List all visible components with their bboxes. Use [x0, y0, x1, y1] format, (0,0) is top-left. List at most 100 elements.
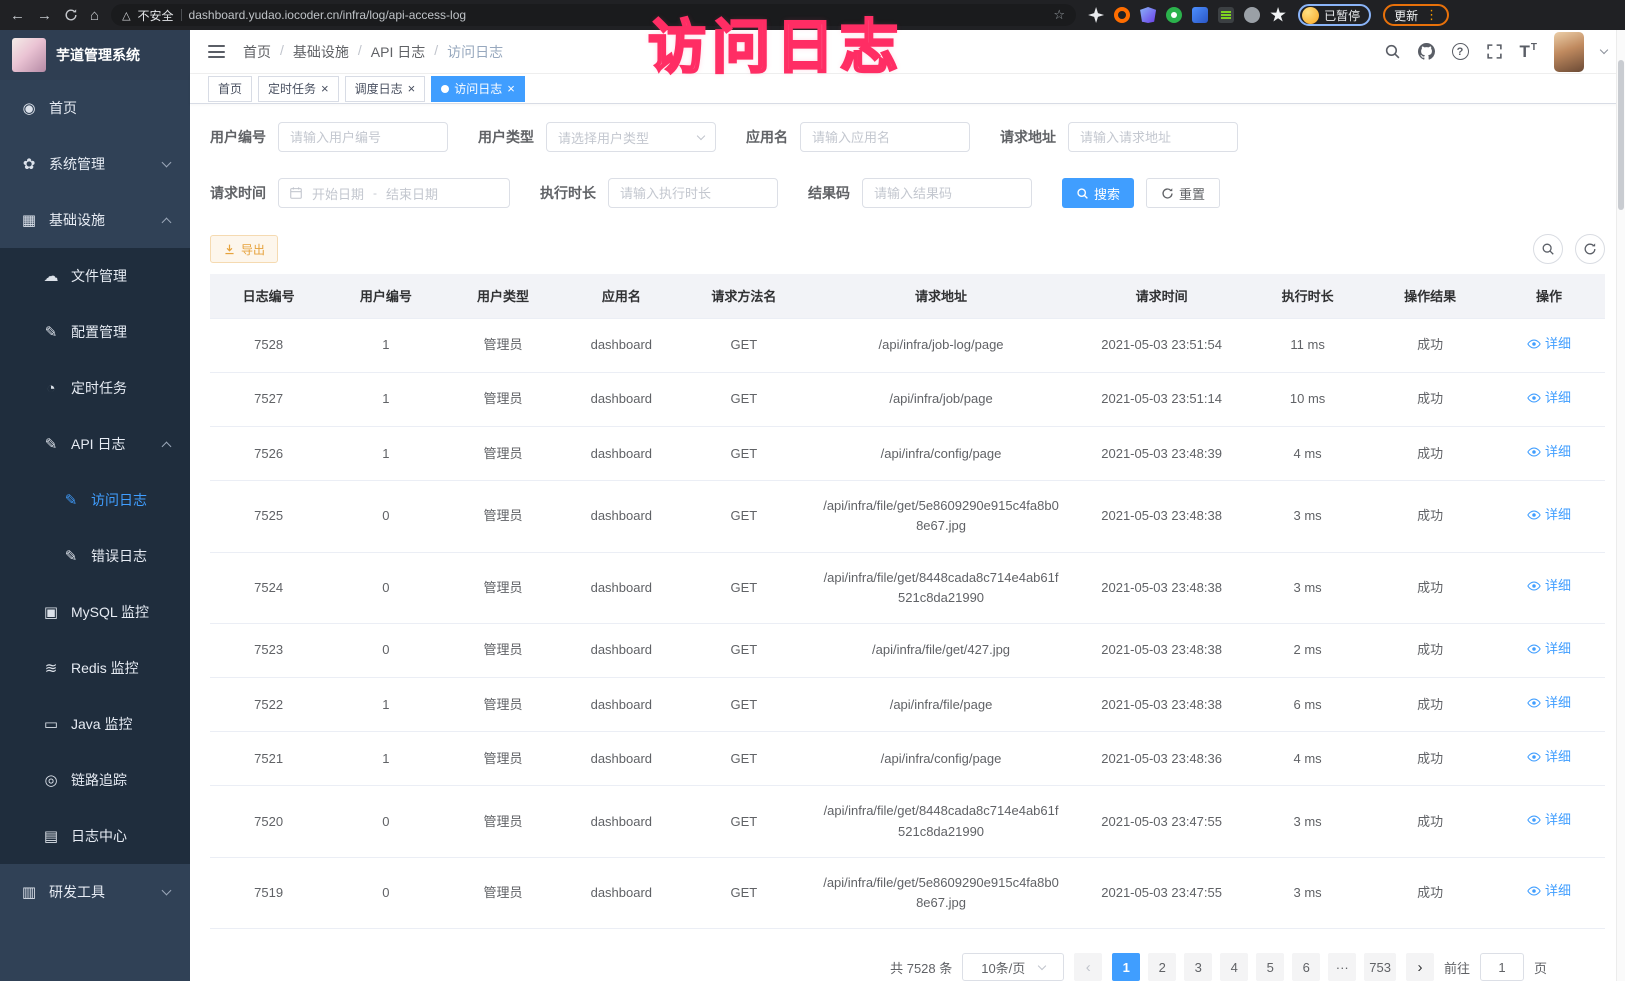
- page-size-select[interactable]: 10条/页: [962, 953, 1064, 981]
- sidebar-item[interactable]: ✎ API 日志: [0, 416, 190, 472]
- search-button[interactable]: 搜索: [1062, 178, 1134, 208]
- search-icon[interactable]: [1384, 43, 1401, 60]
- detail-link[interactable]: 详细: [1527, 576, 1571, 596]
- cell-request-time: 2021-05-03 23:48:38: [1075, 481, 1248, 552]
- sidebar-item[interactable]: ◎ 链路追踪: [0, 752, 190, 808]
- app-logo-row[interactable]: 芋道管理系统: [0, 30, 190, 80]
- page-number-button[interactable]: 3: [1184, 953, 1212, 981]
- user-avatar[interactable]: [1554, 32, 1584, 72]
- extension-green-icon[interactable]: [1166, 7, 1182, 23]
- detail-link[interactable]: 详细: [1527, 639, 1571, 659]
- bookmark-star-icon[interactable]: ☆: [1053, 7, 1065, 23]
- help-icon[interactable]: ?: [1452, 43, 1469, 60]
- user-id-input[interactable]: [278, 122, 448, 152]
- extension-ring-icon[interactable]: [1114, 7, 1130, 23]
- forward-button[interactable]: →: [37, 8, 52, 23]
- detail-link[interactable]: 详细: [1527, 388, 1571, 408]
- page-number-button[interactable]: 1: [1112, 953, 1140, 981]
- breadcrumb-item[interactable]: API 日志 /: [371, 42, 447, 62]
- config-manage-icon: ✎: [42, 323, 60, 341]
- user-type-select[interactable]: 请选择用户类型: [546, 122, 716, 152]
- app-name-input[interactable]: [800, 122, 970, 152]
- detail-link[interactable]: 详细: [1527, 747, 1571, 767]
- page-number-button[interactable]: 2: [1148, 953, 1176, 981]
- detail-link[interactable]: 详细: [1527, 881, 1571, 901]
- result-code-input[interactable]: [862, 178, 1032, 208]
- sidebar-item[interactable]: ▭ Java 监控: [0, 696, 190, 752]
- close-icon[interactable]: ×: [408, 82, 416, 95]
- next-page-button[interactable]: ›: [1406, 953, 1434, 981]
- eye-icon: [1527, 884, 1541, 898]
- profile-paused-badge[interactable]: 已暂停: [1298, 4, 1371, 26]
- sidebar-item[interactable]: ▣ MySQL 监控: [0, 584, 190, 640]
- cell-request-time: 2021-05-03 23:48:38: [1075, 623, 1248, 677]
- detail-link[interactable]: 详细: [1527, 505, 1571, 525]
- sidebar-item[interactable]: ✎ 访问日志: [0, 472, 190, 528]
- close-icon[interactable]: ×: [507, 82, 515, 95]
- sidebar-item[interactable]: ✎ 错误日志: [0, 528, 190, 584]
- address-bar[interactable]: △ 不安全 dashboard.yudao.iocoder.cn/infra/l…: [111, 4, 1076, 26]
- sidebar-item[interactable]: ✿ 系统管理: [0, 136, 190, 192]
- reset-button[interactable]: 重置: [1146, 178, 1220, 208]
- detail-link[interactable]: 详细: [1527, 334, 1571, 354]
- sidebar-item[interactable]: ◔ 定时任务: [0, 360, 190, 416]
- scrollbar-thumb[interactable]: [1618, 60, 1624, 210]
- sidebar-item[interactable]: ▦ 基础设施: [0, 192, 190, 248]
- sidebar-item[interactable]: ≋ Redis 监控: [0, 640, 190, 696]
- extension-paw-icon[interactable]: [1270, 7, 1286, 23]
- request-time-range-picker[interactable]: 开始日期 - 结束日期: [278, 178, 510, 208]
- tag-view-item[interactable]: 调度日志 ×: [345, 76, 426, 102]
- extension-blue-icon[interactable]: [1192, 7, 1208, 23]
- back-button[interactable]: ←: [10, 8, 25, 23]
- sidebar: 芋道管理系统 ◉ 首页 ✿ 系统管理 ▦ 基础设施: [0, 30, 190, 981]
- goto-page-input[interactable]: [1480, 953, 1524, 981]
- request-url-input[interactable]: [1068, 122, 1238, 152]
- detail-link[interactable]: 详细: [1527, 442, 1571, 462]
- breadcrumb-item[interactable]: 首页 /: [243, 42, 293, 62]
- duration-input[interactable]: [608, 178, 778, 208]
- sidebar-item[interactable]: ▤ 日志中心: [0, 808, 190, 864]
- detail-link[interactable]: 详细: [1527, 810, 1571, 830]
- extension-shield-icon[interactable]: [1140, 7, 1156, 23]
- breadcrumb-item[interactable]: 基础设施 /: [293, 42, 371, 62]
- vertical-scrollbar[interactable]: [1616, 30, 1625, 981]
- tag-view-item[interactable]: 访问日志 ×: [431, 76, 525, 102]
- prev-page-button[interactable]: ‹: [1074, 953, 1102, 981]
- browser-update-button[interactable]: 更新 ⋮: [1383, 4, 1449, 26]
- trace-icon: ◎: [42, 771, 60, 789]
- breadcrumb-item[interactable]: 访问日志 /: [447, 42, 503, 62]
- sidebar-item[interactable]: ◉ 首页: [0, 80, 190, 136]
- page-number-button[interactable]: 5: [1256, 953, 1284, 981]
- page-number-button[interactable]: 753: [1364, 953, 1396, 981]
- cell-request-time: 2021-05-03 23:48:38: [1075, 678, 1248, 732]
- sidebar-item[interactable]: ☁ 文件管理: [0, 248, 190, 304]
- page-number-button[interactable]: 4: [1220, 953, 1248, 981]
- total-count: 共 7528 条: [890, 958, 952, 977]
- table-row: 7527 1 管理员 dashboard GET /api/infra/job/…: [210, 372, 1605, 426]
- font-size-icon[interactable]: TT: [1520, 43, 1538, 60]
- extension-grid-icon[interactable]: [1218, 7, 1234, 23]
- fullscreen-icon[interactable]: [1486, 43, 1503, 60]
- hamburger-icon[interactable]: [208, 45, 225, 58]
- tag-view-item[interactable]: 首页: [208, 76, 252, 102]
- extension-spark-icon[interactable]: [1088, 7, 1104, 23]
- sidebar-item[interactable]: ▥ 研发工具: [0, 864, 190, 920]
- tag-view-item[interactable]: 定时任务 ×: [258, 76, 339, 102]
- sidebar-item-label: API 日志: [71, 434, 125, 454]
- export-button[interactable]: 导出: [210, 235, 278, 263]
- sidebar-item[interactable]: ✎ 配置管理: [0, 304, 190, 360]
- page-number-button[interactable]: ···: [1328, 953, 1356, 981]
- eye-icon: [1527, 642, 1541, 656]
- column-header: 执行时长: [1248, 274, 1367, 318]
- refresh-table-button[interactable]: [1575, 234, 1605, 264]
- github-icon[interactable]: [1418, 43, 1435, 60]
- extension-person-icon[interactable]: [1244, 7, 1260, 23]
- reload-button[interactable]: [64, 8, 78, 22]
- cell-app-name: dashboard: [562, 427, 681, 481]
- toggle-search-button[interactable]: [1533, 234, 1563, 264]
- caret-down-icon[interactable]: [1600, 46, 1608, 54]
- home-button[interactable]: ⌂: [90, 8, 99, 23]
- detail-link[interactable]: 详细: [1527, 693, 1571, 713]
- page-number-button[interactable]: 6: [1292, 953, 1320, 981]
- close-icon[interactable]: ×: [321, 82, 329, 95]
